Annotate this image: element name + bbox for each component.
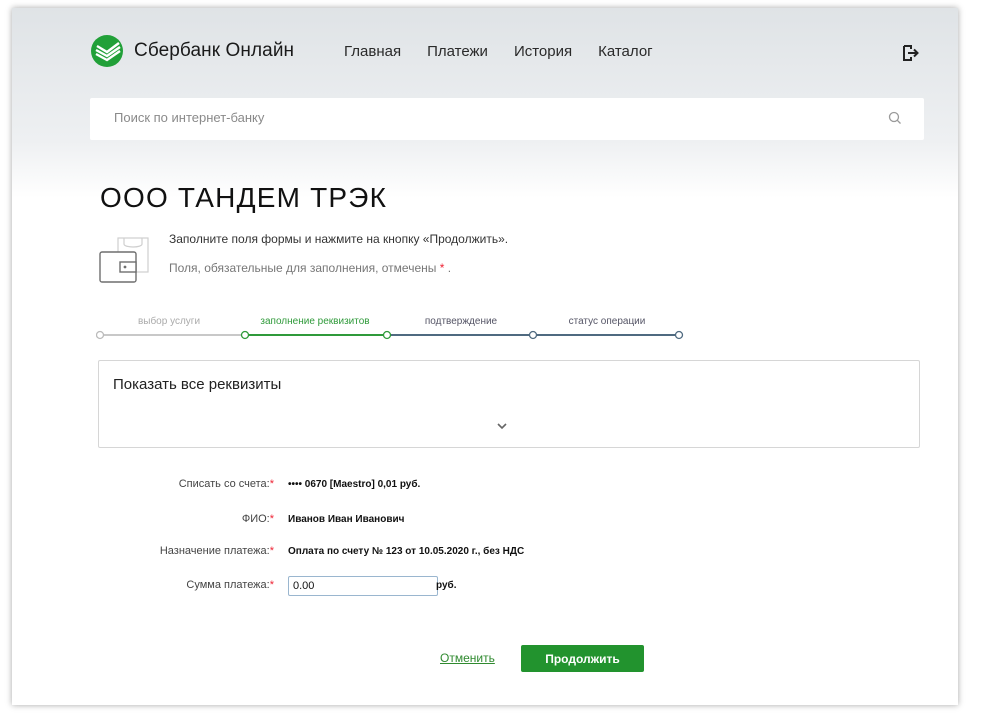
nav-item-history[interactable]: История: [514, 43, 572, 60]
name-value: Иванов Иван Иванович: [288, 514, 405, 525]
amount-label-text: Сумма платежа:: [186, 579, 270, 591]
purpose-label-text: Назначение платежа:: [159, 545, 270, 557]
account-label: Списать со счета:*: [179, 478, 274, 490]
amount-label: Сумма платежа:*: [186, 579, 274, 591]
name-label-text: ФИО:: [241, 513, 270, 525]
required-mark: *: [269, 579, 274, 591]
progress-steps: выбор услуги заполнение реквизитов подтв…: [96, 313, 696, 353]
logo-text: Сбербанк Онлайн: [134, 40, 295, 61]
search-input[interactable]: [112, 109, 876, 126]
form-row-name: ФИО:* Иванов Иван Иванович: [12, 513, 958, 535]
form-hint: Заполните поля формы и нажмите на кнопку…: [169, 232, 509, 246]
main-nav: Главная Платежи История Каталог: [344, 43, 679, 60]
required-mark: *: [439, 261, 445, 275]
show-details-title: Показать все реквизиты: [113, 376, 282, 393]
sberbank-logo-icon: [91, 35, 123, 67]
page-title: ООО ТАНДЕМ ТРЭК: [100, 182, 388, 213]
step-dot-4: [528, 330, 538, 340]
cancel-link[interactable]: Отменить: [440, 651, 495, 665]
required-hint-end: .: [447, 261, 452, 275]
search-bar: [90, 98, 924, 140]
purpose-value: Оплата по счету № 123 от 10.05.2020 г., …: [288, 546, 525, 557]
nav-item-main[interactable]: Главная: [344, 43, 401, 60]
amount-input[interactable]: [288, 576, 438, 596]
required-hint: Поля, обязательные для заполнения, отмеч…: [169, 261, 451, 275]
progress-track: [96, 330, 684, 340]
form-row-purpose: Назначение платежа:* Оплата по счету № 1…: [12, 545, 958, 567]
form-row-account: Списать со счета:* •••• 0670 [Maestro] 0…: [12, 478, 958, 500]
chevron-down-icon[interactable]: [495, 421, 509, 431]
required-hint-text: Поля, обязательные для заполнения, отмеч…: [169, 261, 437, 275]
required-mark: *: [269, 513, 274, 525]
sberbank-logo[interactable]: Сбербанк Онлайн: [90, 34, 294, 68]
continue-button[interactable]: Продолжить: [521, 645, 644, 672]
wallet-icon: [99, 237, 149, 283]
name-label: ФИО:*: [242, 513, 274, 525]
page-frame: Сбербанк Онлайн Главная Платежи История …: [12, 8, 958, 705]
nav-item-catalog[interactable]: Каталог: [598, 43, 653, 60]
step-dot-1: [96, 330, 105, 340]
account-value: •••• 0670 [Maestro] 0,01 руб.: [288, 479, 421, 490]
show-details-panel[interactable]: Показать все реквизиты: [98, 360, 920, 448]
logout-icon[interactable]: [902, 44, 920, 62]
step-dot-2: [240, 330, 250, 340]
required-mark: *: [269, 478, 274, 490]
search-icon[interactable]: [888, 111, 902, 125]
step-dot-3: [382, 330, 392, 340]
amount-unit: руб.: [436, 580, 457, 591]
required-mark: *: [269, 545, 274, 557]
nav-item-payments[interactable]: Платежи: [427, 43, 488, 60]
step-dot-5: [674, 330, 684, 340]
account-label-text: Списать со счета:: [178, 478, 270, 490]
purpose-label: Назначение платежа:*: [160, 545, 274, 557]
form-row-amount: Сумма платежа:* руб.: [12, 576, 958, 601]
